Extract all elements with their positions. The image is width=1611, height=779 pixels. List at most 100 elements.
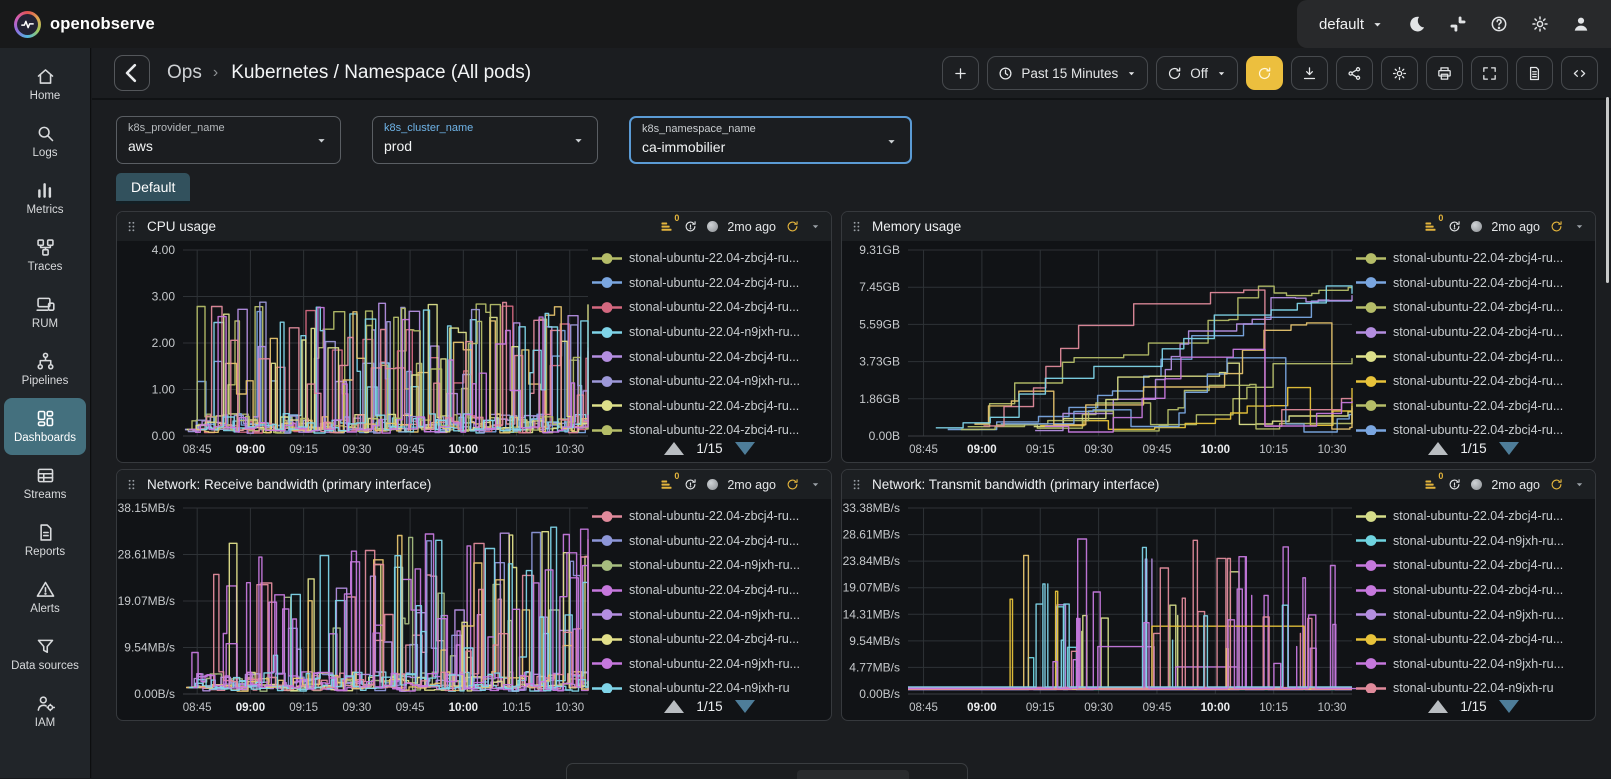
legend-item[interactable]: stonal-ubuntu-22.04-zbcj4-ru...	[1356, 246, 1591, 271]
share-button[interactable]	[1336, 56, 1373, 90]
legend-item[interactable]: stonal-ubuntu-22.04-n9jxh-ru	[592, 676, 827, 693]
fullscreen-button[interactable]	[1471, 56, 1508, 90]
tab-default[interactable]: Default	[116, 173, 191, 204]
gear-button[interactable]	[1381, 56, 1418, 90]
legend-item[interactable]: stonal-ubuntu-22.04-n9jxh-ru...	[592, 553, 827, 578]
code-button[interactable]	[1561, 56, 1598, 90]
chart-area[interactable]: 4.00 3.00 2.00 1.00 0.00 08:45 09:00 09:15 09:30…	[117, 241, 592, 462]
panel-refresh-icon[interactable]	[785, 477, 800, 492]
legend-item[interactable]: stonal-ubuntu-22.04-n9jxh-ru	[1356, 676, 1591, 693]
legend-item[interactable]: stonal-ubuntu-22.04-zbcj4-ru...	[592, 529, 827, 554]
slack-icon[interactable]	[1448, 14, 1468, 34]
cache-warning-icon[interactable]	[683, 477, 698, 492]
scrollbar-thumb[interactable]	[1606, 97, 1609, 283]
help-icon[interactable]	[1489, 14, 1509, 34]
chart-area[interactable]: 33.38MB/s 28.61MB/s 23.84MB/s 19.07MB/s 14.3…	[842, 499, 1360, 720]
legend-item[interactable]: stonal-ubuntu-22.04-zbcj4-ru...	[592, 504, 827, 529]
sidebar-item-dashboards[interactable]: Dashboards	[4, 398, 86, 455]
legend-item[interactable]: stonal-ubuntu-22.04-zbcj4-ru...	[592, 418, 827, 435]
legend-item[interactable]: stonal-ubuntu-22.04-zbcj4-ru...	[1356, 295, 1591, 320]
panel-refresh-icon[interactable]	[1549, 477, 1564, 492]
query-report-icon[interactable]: 0	[659, 213, 679, 234]
panel-menu-caret-icon[interactable]	[809, 478, 822, 491]
query-report-icon[interactable]: 0	[659, 471, 679, 492]
panel-menu-caret-icon[interactable]	[1573, 220, 1586, 233]
legend-item[interactable]: stonal-ubuntu-22.04-n9jxh-ru...	[592, 602, 827, 627]
sidebar-item-metrics[interactable]: Metrics	[4, 170, 86, 227]
sidebar-item-pipelines[interactable]: Pipelines	[4, 341, 86, 398]
sidebar-item-reports[interactable]: Reports	[4, 512, 86, 569]
legend-item[interactable]: stonal-ubuntu-22.04-n9jxh-ru...	[1356, 602, 1591, 627]
sidebar-item-rum[interactable]: RUM	[4, 284, 86, 341]
drag-handle-icon[interactable]	[124, 477, 139, 492]
query-report-icon[interactable]: 0	[1423, 471, 1443, 492]
breadcrumb-folder[interactable]: Ops	[167, 62, 202, 84]
cache-warning-icon[interactable]	[1447, 219, 1462, 234]
moon-icon[interactable]	[1407, 14, 1427, 34]
panel-menu-caret-icon[interactable]	[809, 220, 822, 233]
sidebar-item-logs[interactable]: Logs	[4, 113, 86, 170]
legend-page-down-icon[interactable]	[734, 442, 755, 455]
legend-item[interactable]: stonal-ubuntu-22.04-zbcj4-ru...	[1356, 271, 1591, 296]
legend-item[interactable]: stonal-ubuntu-22.04-zbcj4-ru...	[1356, 394, 1591, 419]
legend-item[interactable]: stonal-ubuntu-22.04-n9jxh-ru...	[592, 369, 827, 394]
sidebar-item-data-sources[interactable]: Data sources	[4, 626, 86, 683]
auto-refresh-selector[interactable]: Off	[1156, 56, 1238, 90]
filter-k8s_provider_name[interactable]: k8s_provider_name aws	[116, 116, 341, 164]
legend-item[interactable]: stonal-ubuntu-22.04-zbcj4-ru...	[592, 627, 827, 652]
org-selector[interactable]: default	[1319, 16, 1385, 33]
legend-page-down-icon[interactable]	[1498, 442, 1519, 455]
legend-item[interactable]: stonal-ubuntu-22.04-zbcj4-ru...	[1356, 627, 1591, 652]
download-button[interactable]	[1291, 56, 1328, 90]
person-icon[interactable]	[1571, 14, 1591, 34]
legend-page-up-icon[interactable]	[1428, 442, 1449, 455]
legend-page-down-icon[interactable]	[1498, 700, 1519, 713]
legend-item[interactable]: stonal-ubuntu-22.04-zbcj4-ru...	[1356, 578, 1591, 603]
time-range-selector[interactable]: Past 15 Minutes	[987, 56, 1149, 90]
legend-item[interactable]: stonal-ubuntu-22.04-zbcj4-ru...	[592, 344, 827, 369]
legend-item[interactable]: stonal-ubuntu-22.04-zbcj4-ru...	[1356, 369, 1591, 394]
legend-item[interactable]: stonal-ubuntu-22.04-zbcj4-ru...	[1356, 553, 1591, 578]
legend-item[interactable]: stonal-ubuntu-22.04-zbcj4-ru...	[1356, 504, 1591, 529]
filter-k8s_namespace_name[interactable]: k8s_namespace_name ca-immobilier	[629, 116, 912, 164]
panel-refresh-icon[interactable]	[785, 219, 800, 234]
query-report-icon[interactable]: 0	[1423, 213, 1443, 234]
back-button[interactable]	[114, 55, 150, 91]
sidebar-item-alerts[interactable]: Alerts	[4, 569, 86, 626]
drag-handle-icon[interactable]	[849, 477, 864, 492]
filter-k8s_cluster_name[interactable]: k8s_cluster_name prod	[372, 116, 598, 164]
cache-warning-icon[interactable]	[1447, 477, 1462, 492]
legend-item[interactable]: stonal-ubuntu-22.04-n9jxh-ru...	[1356, 529, 1591, 554]
sidebar-item-home[interactable]: Home	[4, 56, 86, 113]
legend-item[interactable]: stonal-ubuntu-22.04-zbcj4-ru...	[592, 295, 827, 320]
cache-warning-icon[interactable]	[683, 219, 698, 234]
refresh-button[interactable]	[1246, 56, 1283, 90]
brand[interactable]: openobserve	[14, 10, 155, 38]
legend-item[interactable]: stonal-ubuntu-22.04-n9jxh-ru...	[592, 652, 827, 677]
drag-handle-icon[interactable]	[849, 219, 864, 234]
printer-button[interactable]	[1426, 56, 1463, 90]
legend-item[interactable]: stonal-ubuntu-22.04-zbcj4-ru...	[1356, 320, 1591, 345]
legend-page-down-icon[interactable]	[734, 700, 755, 713]
legend-item[interactable]: stonal-ubuntu-22.04-zbcj4-ru...	[592, 271, 827, 296]
panel-refresh-icon[interactable]	[1549, 219, 1564, 234]
legend-item[interactable]: stonal-ubuntu-22.04-zbcj4-ru...	[592, 578, 827, 603]
legend-item[interactable]: stonal-ubuntu-22.04-zbcj4-ru...	[1356, 344, 1591, 369]
legend-item[interactable]: stonal-ubuntu-22.04-zbcj4-ru...	[592, 246, 827, 271]
legend-item[interactable]: stonal-ubuntu-22.04-n9jxh-ru...	[1356, 652, 1591, 677]
legend-item[interactable]: stonal-ubuntu-22.04-n9jxh-ru...	[592, 320, 827, 345]
add-panel-button[interactable]	[942, 56, 980, 90]
drag-handle-icon[interactable]	[124, 219, 139, 234]
legend-item[interactable]: stonal-ubuntu-22.04-zbcj4-ru...	[592, 394, 827, 419]
legend-page-up-icon[interactable]	[664, 442, 685, 455]
legend-page-up-icon[interactable]	[664, 700, 685, 713]
gear-icon[interactable]	[1530, 14, 1550, 34]
document-button[interactable]	[1516, 56, 1553, 90]
panel-menu-caret-icon[interactable]	[1573, 478, 1586, 491]
sidebar-item-streams[interactable]: Streams	[4, 455, 86, 512]
chart-area[interactable]: 38.15MB/s 28.61MB/s 19.07MB/s 9.54MB/s 0.00B…	[117, 499, 592, 720]
sidebar-item-traces[interactable]: Traces	[4, 227, 86, 284]
legend-page-up-icon[interactable]	[1428, 700, 1449, 713]
legend-item[interactable]: stonal-ubuntu-22.04-zbcj4-ru...	[1356, 418, 1591, 435]
sidebar-item-iam[interactable]: IAM	[4, 683, 86, 740]
